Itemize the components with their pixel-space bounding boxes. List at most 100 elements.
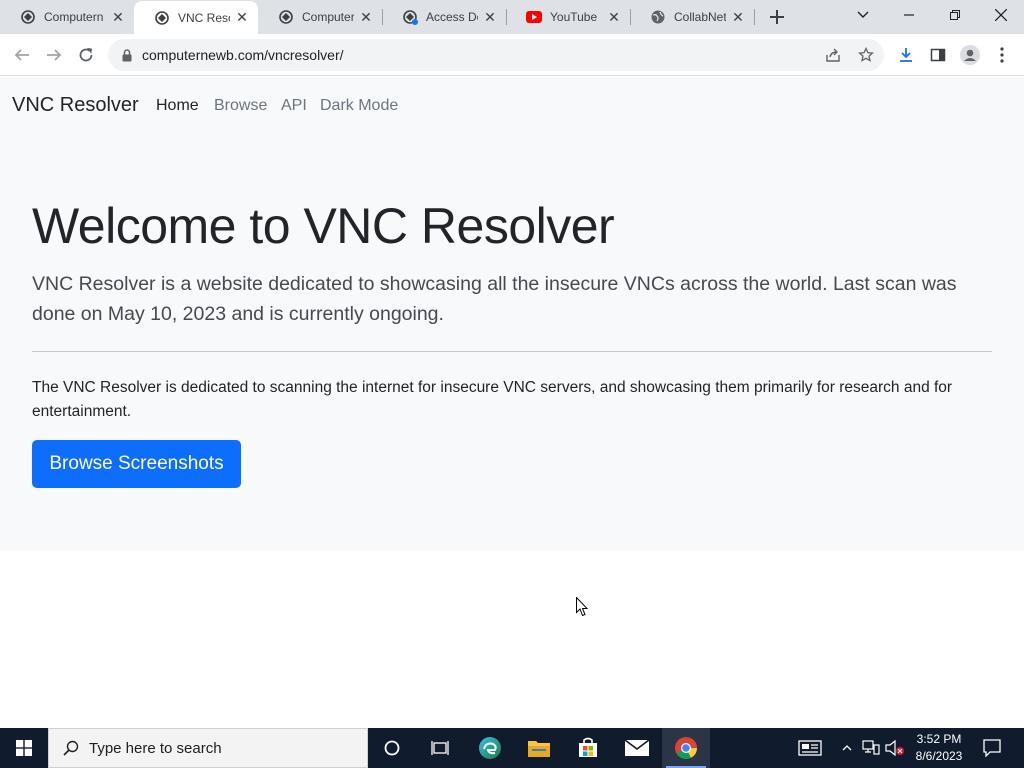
notification-icon <box>983 739 1001 757</box>
mail-icon <box>625 739 649 756</box>
page-title: Welcome to VNC Resolver <box>32 198 615 254</box>
tab-access-denied[interactable]: Access Den ✕ <box>382 0 506 34</box>
taskbar-clock[interactable]: 3:52 PM 8/6/2023 <box>906 731 972 765</box>
restore-button[interactable] <box>932 0 978 30</box>
notifications-button[interactable] <box>978 728 1006 768</box>
show-hidden-icons-button[interactable] <box>838 728 856 768</box>
browse-screenshots-button[interactable]: Browse Screenshots <box>32 440 241 488</box>
taskbar-store[interactable] <box>564 728 612 768</box>
taskbar-mail[interactable] <box>613 728 661 768</box>
folder-icon <box>528 741 550 757</box>
close-icon[interactable]: ✕ <box>482 9 498 25</box>
task-view-icon <box>431 741 449 755</box>
new-tab-button[interactable] <box>766 6 788 28</box>
divider <box>32 351 992 352</box>
tab-strip: Computern ✕ VNC Resolv ✕ Computern ✕ Acc… <box>0 0 1024 34</box>
side-panel-icon <box>930 48 946 62</box>
url-text[interactable]: computernewb.com/vncresolver/ <box>142 47 344 63</box>
taskbar-file-explorer[interactable] <box>515 728 563 768</box>
network-button[interactable] <box>860 728 882 768</box>
tab-title: CollabNet <box>674 10 726 24</box>
address-bar[interactable]: computernewb.com/vncresolver/ <box>108 39 884 71</box>
nav-browse[interactable]: Browse <box>214 97 267 115</box>
back-button[interactable] <box>8 41 36 69</box>
menu-button[interactable] <box>990 43 1014 67</box>
forward-button[interactable] <box>40 41 68 69</box>
site-navbar: VNC Resolver Home Browse API Dark Mode <box>0 77 1024 133</box>
tab-computernewb-2[interactable]: Computern ✕ <box>258 0 382 34</box>
avatar-icon <box>960 45 980 65</box>
browser-toolbar: computernewb.com/vncresolver/ <box>0 34 1024 76</box>
search-icon <box>61 738 81 758</box>
news-icon <box>798 740 822 756</box>
close-window-button[interactable] <box>978 0 1024 30</box>
tab-title: VNC Resolv <box>178 10 230 25</box>
description-text: The VNC Resolver is dedicated to scannin… <box>32 379 953 420</box>
tab-title: Computern <box>44 10 104 24</box>
more-vert-icon <box>1000 47 1004 63</box>
tab-divider <box>754 9 755 25</box>
tab-youtube[interactable]: YouTube ✕ <box>506 0 630 34</box>
tab-search-button[interactable] <box>840 0 886 30</box>
store-icon <box>579 737 597 757</box>
tab-title: Computern <box>302 10 354 24</box>
clock-date: 8/6/2023 <box>915 749 963 763</box>
mouse-cursor-icon <box>576 597 588 617</box>
tab-vnc-resolver[interactable]: VNC Resolv ✕ <box>134 1 258 34</box>
minimize-button[interactable] <box>886 0 932 30</box>
plus-icon <box>770 10 784 24</box>
tab-collabnet[interactable]: CollabNet ✕ <box>630 0 754 34</box>
close-icon[interactable]: ✕ <box>358 9 374 25</box>
taskbar-edge[interactable] <box>466 728 514 768</box>
task-view-button[interactable] <box>416 728 464 768</box>
site-brand[interactable]: VNC Resolver <box>12 94 139 117</box>
nav-home[interactable]: Home <box>156 97 199 115</box>
close-icon[interactable]: ✕ <box>730 9 746 25</box>
chevron-up-icon <box>842 745 852 751</box>
tab-title: YouTube <box>550 10 598 24</box>
tab-computernewb-1[interactable]: Computern ✕ <box>0 0 134 34</box>
windows-taskbar: Type here to search 3:52 PM 8/6/2023 <box>0 728 1024 768</box>
download-icon <box>900 48 912 62</box>
reload-icon <box>79 47 93 62</box>
nav-dark-mode[interactable]: Dark Mode <box>320 97 398 115</box>
computernewb-icon <box>278 9 294 25</box>
windows-logo-icon <box>16 740 32 756</box>
profile-button[interactable] <box>958 43 982 67</box>
volume-muted-icon <box>885 740 904 756</box>
computernewb-icon <box>402 9 418 25</box>
cortana-icon <box>384 740 400 756</box>
start-button[interactable] <box>0 728 48 768</box>
search-placeholder[interactable]: Type here to search <box>89 740 222 757</box>
close-icon[interactable]: ✕ <box>606 9 622 25</box>
minimize-icon <box>904 14 914 16</box>
taskbar-search[interactable]: Type here to search <box>48 728 368 768</box>
edge-icon <box>479 737 501 759</box>
restore-icon <box>950 10 960 20</box>
nav-api[interactable]: API <box>281 97 307 115</box>
computernewb-icon <box>154 10 170 26</box>
downloads-button[interactable] <box>894 43 918 67</box>
arrow-left-icon <box>14 49 29 61</box>
youtube-icon <box>526 9 542 25</box>
arrow-right-icon <box>47 49 62 61</box>
taskbar-chrome[interactable] <box>662 728 710 768</box>
clock-time: 3:52 PM <box>916 732 962 746</box>
computernewb-icon <box>20 9 36 25</box>
news-widget-button[interactable] <box>796 728 824 768</box>
chevron-down-icon <box>857 11 869 18</box>
web-page: VNC Resolver Home Browse API Dark Mode W… <box>0 77 1024 728</box>
lock-icon[interactable] <box>120 48 134 62</box>
reload-button[interactable] <box>72 41 100 69</box>
globe-icon <box>650 9 666 25</box>
network-icon <box>862 740 880 755</box>
lead-text: VNC Resolver is a website dedicated to s… <box>32 273 957 325</box>
bookmark-star-icon[interactable] <box>856 45 876 65</box>
volume-button[interactable] <box>884 728 906 768</box>
close-icon[interactable]: ✕ <box>110 9 126 25</box>
share-icon[interactable] <box>823 45 843 65</box>
close-icon <box>995 9 1007 21</box>
cortana-button[interactable] <box>368 728 416 768</box>
close-icon[interactable]: ✕ <box>234 9 250 26</box>
side-panel-button[interactable] <box>926 43 950 67</box>
